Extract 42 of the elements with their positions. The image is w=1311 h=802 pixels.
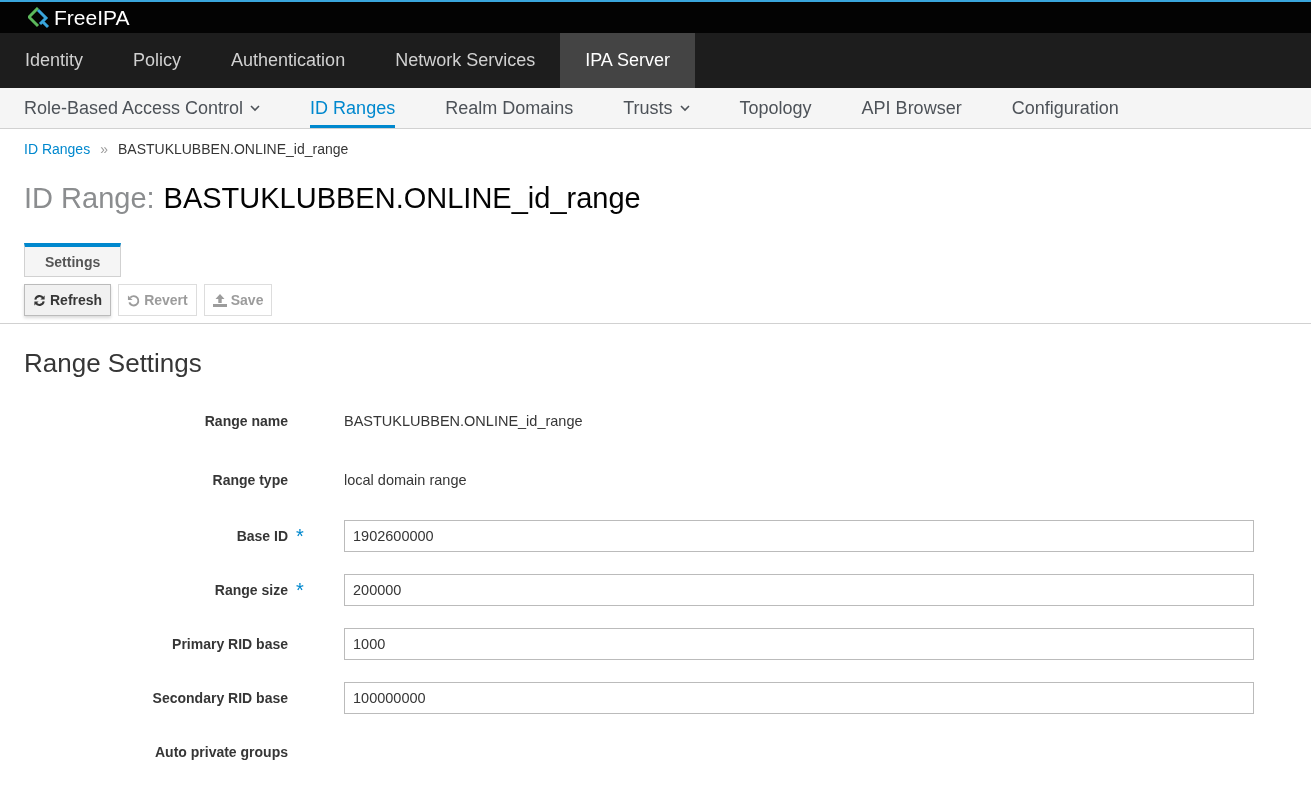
nav-tab[interactable]: Authentication [206,33,371,88]
breadcrumb-current: BASTUKLUBBEN.ONLINE_id_range [117,141,349,157]
undo-icon [127,293,141,307]
input-field[interactable]: 1000 [344,628,1254,660]
brand-name: FreeIPA [54,5,130,30]
logo-icon [28,6,52,29]
breadcrumb-link[interactable]: ID Ranges [24,141,91,157]
page-title: BASTUKLUBBEN.ONLINE_id_range [163,182,641,215]
nav-tab[interactable]: Policy [108,33,207,88]
refresh-icon [33,293,46,307]
field-label: Base ID [236,528,288,544]
field-label: Auto private groups [155,744,288,760]
field-label: Primary RID base [172,636,288,652]
section-title: Range Settings [24,348,203,379]
subnav-tab[interactable]: Role-Based Access Control [24,88,261,128]
subnav-tab[interactable]: Topology [739,88,812,128]
input-field[interactable]: 200000 [344,574,1254,606]
field-label: Range type [212,471,288,488]
nav-tab[interactable]: IPA Server [560,33,695,88]
caret-icon [250,104,261,112]
subnav-tab[interactable]: API Browser [861,88,962,128]
subnav-tab[interactable]: Realm Domains [445,88,574,128]
input-field[interactable]: 1902600000 [344,520,1254,552]
required-marker: * [296,578,304,601]
field-label: Secondary RID base [152,690,288,706]
page-title-prefix: ID Range: [24,182,155,215]
nav-tab[interactable]: Identity [0,33,109,88]
breadcrumb-separator: » [100,141,108,157]
facet-tab[interactable]: Settings [24,243,122,277]
subnav-tab[interactable]: ID Ranges [310,88,396,128]
upload-icon [212,293,227,307]
caret-icon [679,104,690,112]
subnav-tab[interactable]: Trusts [623,88,690,128]
field-label: Range size [214,582,288,598]
input-field[interactable]: 100000000 [344,682,1254,714]
required-marker: * [296,524,304,547]
field-value: local domain range [344,471,467,488]
refresh-button[interactable]: Refresh [24,284,112,316]
field-label: Range name [204,412,288,429]
subnav-tab[interactable]: Configuration [1011,88,1119,128]
nav-tab[interactable]: Network Services [370,33,561,88]
field-value: BASTUKLUBBEN.ONLINE_id_range [344,412,583,429]
